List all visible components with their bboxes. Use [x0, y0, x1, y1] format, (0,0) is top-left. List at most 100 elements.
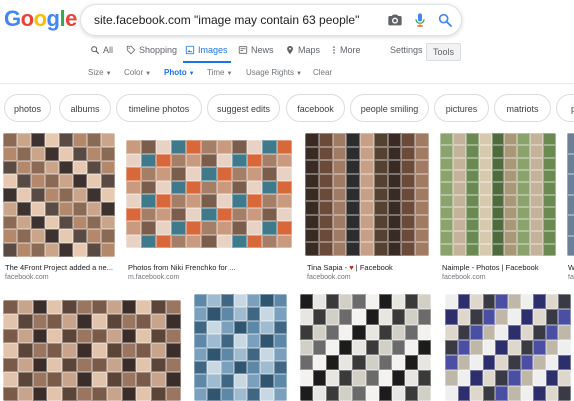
- thumbnail-tile: [101, 188, 115, 202]
- thumbnail-tile: [246, 207, 262, 221]
- thumbnail-tile: [520, 294, 534, 310]
- result-title[interactable]: W: [568, 263, 574, 272]
- tab-maps[interactable]: Maps: [285, 45, 320, 55]
- image-result[interactable]: [194, 294, 287, 401]
- result-title[interactable]: The 4Front Project added a ne...: [5, 263, 115, 272]
- clear-filters-link[interactable]: Clear: [313, 68, 332, 77]
- camera-icon[interactable]: [387, 12, 403, 28]
- result-source[interactable]: facebook.com: [442, 274, 486, 281]
- tools-button[interactable]: Tools: [426, 43, 461, 61]
- thumbnail-tile: [17, 133, 31, 147]
- thumbnail-tile: [530, 243, 544, 256]
- thumbnail-tile: [373, 160, 388, 174]
- thumbnail-tile: [171, 153, 187, 167]
- search-icon[interactable]: [437, 12, 453, 28]
- thumbnail-tile: [482, 324, 496, 340]
- filter-time[interactable]: Time ▼: [207, 68, 232, 77]
- thumbnail-tile: [404, 309, 418, 325]
- image-result[interactable]: [3, 300, 181, 401]
- thumbnail-tile: [77, 357, 92, 373]
- result-source[interactable]: m.facebook.com: [128, 274, 179, 281]
- thumbnail-tile: [186, 207, 202, 221]
- result-source[interactable]: fa: [568, 274, 574, 281]
- thumbnail-tile: [478, 182, 492, 195]
- tab-images[interactable]: Images: [185, 45, 228, 55]
- thumbnail-tile: [91, 328, 107, 344]
- thumbnail-tile: [558, 324, 571, 340]
- thumbnail-tile: [391, 339, 405, 356]
- filter-usage-rights[interactable]: Usage Rights ▼: [246, 68, 302, 77]
- thumbnail-tile: [504, 219, 518, 232]
- result-title[interactable]: Tina Sapia - ♥ | Facebook: [307, 263, 427, 272]
- chip-matriots[interactable]: matriots: [494, 94, 551, 122]
- thumbnail-tile: [156, 221, 172, 235]
- logo-letter: G: [4, 6, 21, 31]
- filter-type[interactable]: Photo ▼: [164, 68, 195, 77]
- thumbnail-tile: [141, 234, 157, 248]
- chip-facebook[interactable]: facebook: [286, 94, 345, 122]
- microphone-icon[interactable]: [412, 12, 428, 28]
- tab-all[interactable]: All: [90, 45, 113, 55]
- image-result[interactable]: [126, 140, 292, 248]
- result-source[interactable]: facebook.com: [5, 274, 49, 281]
- thumbnail-tile: [73, 243, 87, 257]
- header-divider: [0, 83, 574, 84]
- thumbnail-tile: [445, 370, 458, 386]
- search-input[interactable]: site.facebook.com "image may contain 63 …: [94, 13, 359, 27]
- thumbnail-tile: [401, 146, 416, 161]
- search-icon: [91, 46, 100, 55]
- thumbnail-tile: [332, 242, 347, 256]
- thumbnail-tile: [3, 300, 18, 315]
- search-box[interactable]: site.facebook.com "image may contain 63 …: [80, 4, 462, 36]
- thumbnail-tile: [415, 160, 429, 174]
- thumbnail-tile: [216, 140, 232, 154]
- chip-partial[interactable]: pe: [556, 94, 574, 122]
- chip-photos[interactable]: photos: [4, 94, 51, 122]
- image-result[interactable]: [300, 294, 431, 401]
- chip-pictures[interactable]: pictures: [434, 94, 489, 122]
- thumbnail-tile: [141, 180, 157, 194]
- thumbnail-tile: [404, 324, 418, 340]
- thumbnail-tile: [276, 221, 292, 235]
- image-result[interactable]: [3, 133, 115, 257]
- tab-label: More: [340, 45, 361, 55]
- thumbnail-tile: [273, 294, 287, 308]
- chip-timeline-photos[interactable]: timeline photos: [116, 94, 202, 122]
- tab-more[interactable]: More: [331, 45, 361, 55]
- settings-link[interactable]: Settings: [390, 45, 423, 55]
- result-title[interactable]: Naimple - Photos | Facebook: [442, 263, 558, 272]
- thumbnail-tile: [517, 194, 531, 207]
- thumbnail-tile: [32, 372, 48, 387]
- image-result[interactable]: [305, 133, 429, 256]
- filter-color[interactable]: Color ▼: [124, 68, 151, 77]
- thumbnail-tile: [508, 355, 521, 371]
- thumbnail-tile: [332, 215, 347, 229]
- thumbnail-tile: [491, 231, 505, 244]
- image-result[interactable]: [567, 133, 574, 256]
- thumbnail-tile: [567, 133, 574, 154]
- tab-shopping[interactable]: Shopping: [126, 45, 177, 55]
- chip-suggest-edits[interactable]: suggest edits: [207, 94, 280, 122]
- google-logo[interactable]: Google: [4, 6, 77, 32]
- tab-news[interactable]: News: [238, 45, 274, 55]
- thumbnail-mosaic: [445, 294, 571, 401]
- thumbnail-tile: [373, 201, 388, 215]
- image-result[interactable]: [445, 294, 571, 401]
- thumbnail-tile: [3, 215, 17, 230]
- image-result[interactable]: [440, 133, 556, 256]
- filter-size[interactable]: Size ▼: [88, 68, 112, 77]
- result-source[interactable]: facebook.com: [307, 274, 351, 281]
- thumbnail-tile: [504, 169, 518, 183]
- thumbnail-tile: [194, 374, 208, 388]
- thumbnail-tile: [318, 242, 333, 256]
- thumbnail-tile: [91, 357, 107, 373]
- logo-letter: g: [46, 6, 60, 31]
- thumbnail-tile: [326, 355, 340, 371]
- thumbnail-tile: [482, 370, 496, 386]
- chip-albums[interactable]: albums: [59, 94, 111, 122]
- thumbnail-tile: [216, 234, 232, 248]
- thumbnail-tile: [440, 243, 453, 256]
- chip-people-smiling[interactable]: people smiling: [350, 94, 429, 122]
- thumbnail-tile: [452, 182, 466, 195]
- result-title[interactable]: Photos from Niki Frenchko for ...: [128, 263, 240, 272]
